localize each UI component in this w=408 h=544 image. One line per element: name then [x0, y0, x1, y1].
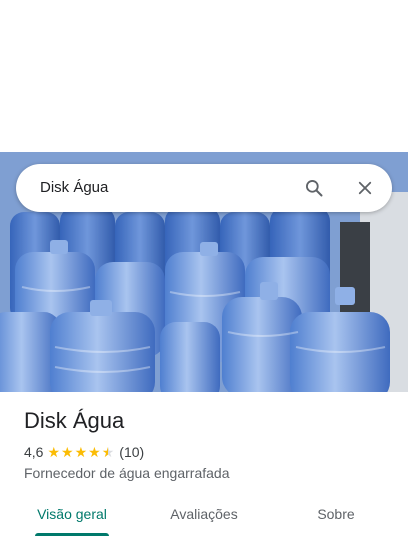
place-tabs: Visão geral Avaliações Sobre — [0, 496, 408, 536]
tab-overview[interactable]: Visão geral — [24, 496, 120, 536]
rating-row[interactable]: 4,6 ★ ★ ★ ★ ★ (10) — [24, 444, 144, 460]
place-category[interactable]: Fornecedor de água engarrafada — [24, 465, 229, 481]
star-icon: ★ — [101, 444, 115, 460]
tab-about[interactable]: Sobre — [288, 496, 384, 536]
place-title: Disk Água — [24, 408, 125, 433]
star-icon: ★ — [47, 444, 61, 460]
rating-stars: ★ ★ ★ ★ ★ — [47, 445, 115, 459]
search-icon[interactable] — [302, 176, 326, 200]
star-icon: ★ — [74, 444, 88, 460]
rating-value: 4,6 — [24, 444, 44, 460]
star-icon: ★ — [88, 444, 101, 460]
search-bar[interactable]: Disk Água — [16, 164, 392, 212]
search-input[interactable]: Disk Água — [40, 164, 108, 212]
close-icon[interactable] — [353, 176, 377, 200]
active-tab-indicator — [35, 533, 109, 536]
star-icon: ★ — [61, 444, 74, 460]
review-count[interactable]: (10) — [119, 444, 144, 460]
tab-reviews[interactable]: Avaliações — [156, 496, 252, 536]
